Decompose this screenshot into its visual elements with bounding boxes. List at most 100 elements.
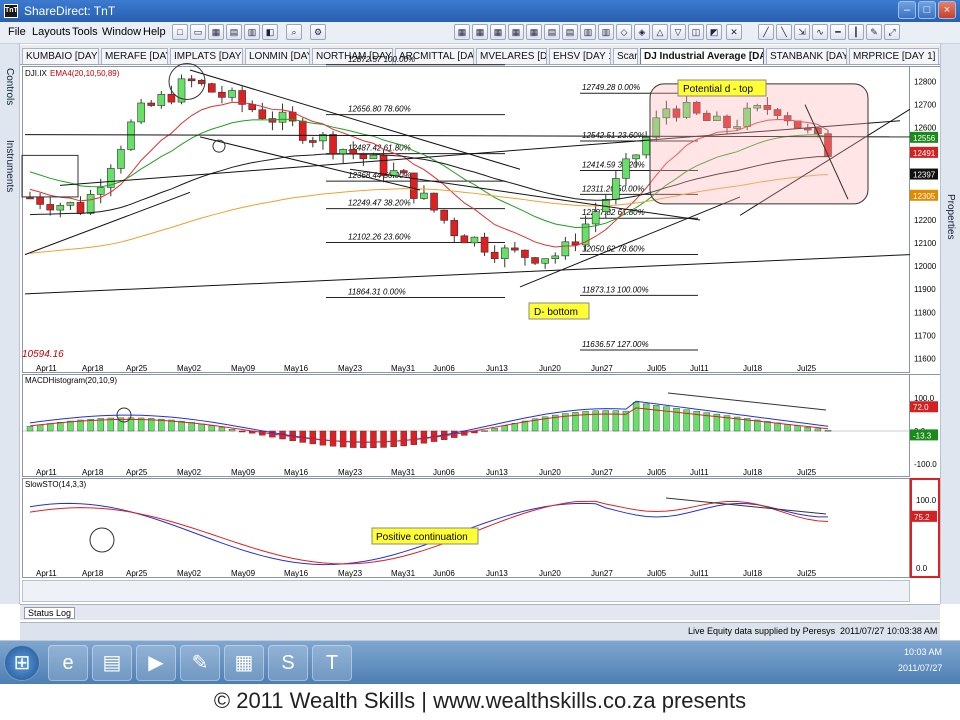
fib-level-label: 12249.47 38.20% [348, 199, 411, 208]
macd-histogram-bar [47, 423, 54, 432]
price-x-label: Jun06 [433, 364, 455, 373]
candle-body [622, 158, 630, 179]
candle-body [56, 205, 65, 211]
candle-body [420, 192, 428, 199]
macd-histogram-bar [228, 429, 236, 432]
macd-x-label: Jun06 [433, 468, 455, 477]
price-x-label: Jun20 [539, 364, 561, 373]
sto-x-label: May09 [231, 569, 256, 578]
fib-level-label: 12542.51 23.60% [582, 131, 645, 140]
candle-body [218, 91, 226, 98]
fib-level-label: 11636.57 127.00% [582, 340, 649, 349]
data-feed-text: Live Equity data supplied by Peresys [688, 626, 836, 636]
fib-level-label: 12749.28 0.00% [582, 83, 640, 92]
price-tick-label: 12600 [914, 124, 937, 133]
status-log-bar: Status Log [20, 604, 940, 620]
footer-banner: © 2011 Wealth Skills | www.wealthskills.… [0, 684, 960, 720]
browser-icon[interactable]: e [48, 645, 88, 681]
status-bar: Live Equity data supplied by Peresys 201… [20, 622, 940, 640]
media-player-icon[interactable]: ▶ [136, 645, 176, 681]
macd-x-label: May02 [177, 468, 202, 477]
macd-x-label: May16 [284, 468, 309, 477]
price-tick-label: 12000 [914, 262, 937, 271]
price-x-label: May09 [231, 364, 256, 373]
price-x-label: Jul11 [690, 364, 709, 373]
macd-histogram-bar [501, 425, 508, 432]
fib-level-label: 11873.13 100.00% [582, 285, 649, 294]
chart-scroll-row[interactable] [22, 580, 910, 602]
tnt-app-icon[interactable]: T [312, 645, 352, 681]
price-x-label: May02 [177, 364, 202, 373]
macd-x-label: Jun20 [539, 468, 561, 477]
candle-body [612, 178, 620, 200]
macd-histogram-bar [238, 430, 246, 433]
fib-level-label: 12102.26 23.60% [348, 233, 411, 242]
trend-line [24, 254, 911, 295]
macd-x-label: Apr11 [36, 468, 57, 477]
fib-level-label: 12656.80 78.60% [348, 105, 411, 114]
price-x-label: May31 [391, 364, 416, 373]
candle-body [76, 202, 85, 214]
status-log-tab[interactable]: Status Log [24, 607, 76, 619]
sto-x-label: Jun27 [591, 569, 613, 578]
price-value-tag-text: 12305 [913, 192, 936, 201]
candle-body [440, 209, 448, 221]
price-x-label: Apr25 [126, 364, 148, 373]
macd-value-tag-text: 72.0 [913, 403, 929, 412]
price-x-label: Jul05 [647, 364, 667, 373]
price-x-label: Jun13 [486, 364, 508, 373]
folder-icon[interactable]: ▤ [92, 645, 132, 681]
target-zone-box [649, 83, 869, 205]
macd-histogram-bar [481, 430, 488, 432]
candle-body [96, 187, 105, 195]
macd-histogram-bar [794, 425, 801, 432]
candle-body [430, 192, 438, 211]
macd-histogram-bar [329, 430, 337, 447]
price-tick-label: 12800 [914, 78, 937, 87]
macd-histogram-bar [36, 424, 44, 432]
candle-body [197, 79, 206, 84]
sto-x-label: Jul25 [797, 569, 817, 578]
start-button[interactable]: ⊞ [4, 645, 40, 681]
candle-body [258, 109, 267, 119]
price-x-label: Jun27 [591, 364, 613, 373]
skype-icon[interactable]: S [268, 645, 308, 681]
candle-body [46, 204, 55, 211]
price-x-label: Apr18 [82, 364, 104, 373]
price-tick-label: 12100 [914, 239, 937, 248]
sto-tick-label: 0.0 [916, 564, 928, 573]
macd-histogram-bar [824, 429, 832, 432]
price-tick-label: 11700 [914, 331, 936, 340]
price-x-label: Jul25 [797, 364, 817, 373]
paint-icon[interactable]: ✎ [180, 645, 220, 681]
fib-level-label: 11864.31 0.00% [348, 287, 406, 296]
macd-histogram-bar [208, 425, 216, 432]
macd-histogram-bar [57, 422, 64, 432]
sto-x-label: Jul05 [647, 569, 667, 578]
candle-body [86, 194, 95, 214]
price-value-tag-text: 12556 [913, 134, 936, 143]
macd-histogram-bar [188, 422, 195, 432]
document-icon[interactable]: ▦ [224, 645, 264, 681]
macd-x-label: Apr25 [126, 468, 148, 477]
macd-histogram-bar [410, 430, 418, 445]
macd-histogram-bar [663, 406, 670, 432]
price-value-tag-text: 12397 [913, 171, 936, 180]
macd-histogram-bar [774, 422, 781, 432]
candle-body [551, 255, 560, 259]
candle-body [127, 121, 135, 150]
candle-body [480, 236, 489, 253]
macd-x-label: May09 [231, 468, 256, 477]
candle-body [339, 149, 347, 155]
candle-body [187, 78, 196, 82]
price-tick-label: 12700 [914, 101, 937, 110]
candle-body [248, 104, 257, 111]
macd-histogram-bar [26, 426, 34, 432]
macd-histogram-bar [804, 427, 811, 432]
sto-x-label: Jun20 [539, 569, 561, 578]
price-tick-label: 11600 [914, 354, 936, 363]
candle-body [410, 172, 418, 199]
candle-body [500, 247, 509, 259]
price-tick-label: 11900 [914, 285, 936, 294]
macd-x-label: Jun13 [486, 468, 508, 477]
